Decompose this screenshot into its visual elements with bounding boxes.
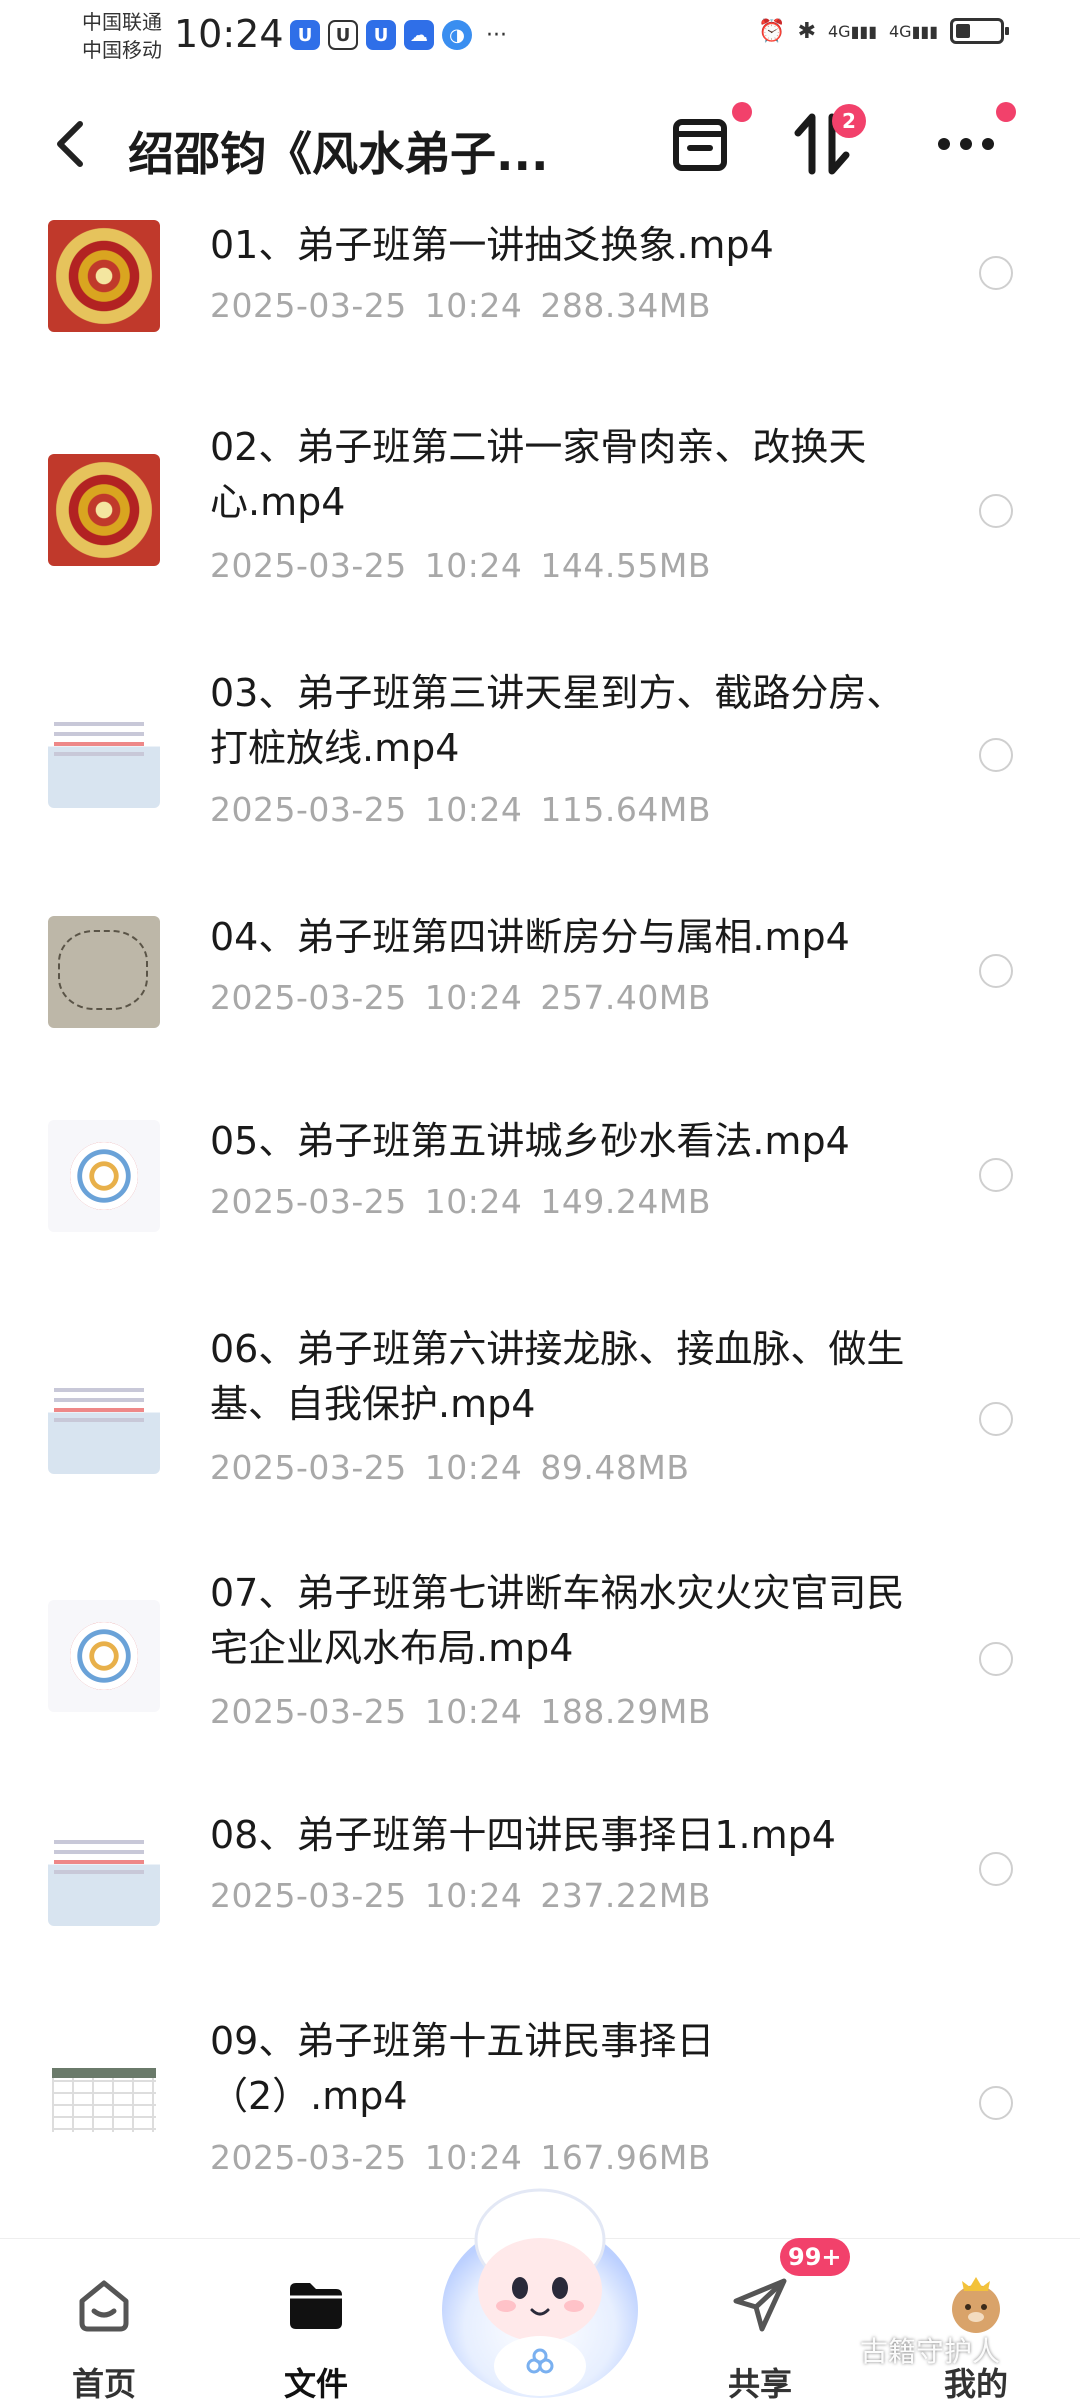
carrier-1: 中国联通 xyxy=(82,10,162,34)
file-name: 03、弟子班第三讲天星到方、截路分房、打桩放线.mp4 xyxy=(210,671,905,770)
nav-label: 首页 xyxy=(71,2365,136,2403)
select-radio[interactable] xyxy=(979,256,1013,290)
new-dot-badge xyxy=(996,102,1016,122)
video-thumbnail xyxy=(48,454,160,566)
video-thumbnail xyxy=(48,1362,160,1474)
status-bar: 中国联通 中国移动 10:24 U U U ☁ ◑ ··· ⏰ ✱ 4G▮▮▮ … xyxy=(0,0,1080,72)
avatar-icon xyxy=(952,2277,1000,2333)
file-meta: 2025-03-25 10:24 188.29MB xyxy=(210,1692,711,1731)
more-options-button[interactable] xyxy=(930,102,1016,180)
carrier-2: 中国移动 xyxy=(82,38,162,62)
clock: 10:24 xyxy=(174,12,284,56)
alarm-icon: ⏰ xyxy=(758,18,786,44)
app-notification-icon: U xyxy=(366,20,396,50)
select-radio[interactable] xyxy=(979,1402,1013,1436)
weather-icon: ☁ xyxy=(404,20,434,50)
select-radio[interactable] xyxy=(979,1158,1013,1192)
recycle-box-button[interactable] xyxy=(664,102,752,180)
select-radio[interactable] xyxy=(979,494,1013,528)
file-name: 09、弟子班第十五讲民事择日（2）.mp4 xyxy=(210,2019,715,2118)
file-meta: 2025-03-25 10:24 237.22MB xyxy=(210,1876,711,1915)
transfer-list-button[interactable]: 2 xyxy=(786,104,866,180)
archive-box-icon xyxy=(673,119,727,171)
file-name: 02、弟子班第二讲一家骨肉亲、改换天心.mp4 xyxy=(210,425,867,524)
nav-label: 共享 xyxy=(727,2365,792,2403)
mascot-icon xyxy=(442,2188,638,2398)
video-thumbnail xyxy=(48,220,160,332)
video-thumbnail xyxy=(48,1814,160,1926)
nav-label: 文件 xyxy=(283,2365,348,2403)
file-meta: 2025-03-25 10:24 257.40MB xyxy=(210,978,711,1017)
select-radio[interactable] xyxy=(979,738,1013,772)
notification-icons: U U U ☁ ◑ ··· xyxy=(290,20,507,50)
battery-icon xyxy=(950,18,1009,44)
file-name: 04、弟子班第四讲断房分与属相.mp4 xyxy=(210,915,850,959)
more-horizontal-icon xyxy=(938,138,994,150)
new-dot-badge xyxy=(732,102,752,122)
share-count-badge: 99+ xyxy=(780,2238,850,2276)
signal-icon: 4G▮▮▮ xyxy=(828,21,877,41)
carrier-labels: 中国联通 中国移动 xyxy=(82,8,162,64)
file-meta: 2025-03-25 10:24 149.24MB xyxy=(210,1182,711,1221)
page-title: 绍邵钧《风水弟子... xyxy=(128,127,549,181)
select-radio[interactable] xyxy=(979,1852,1013,1886)
nav-files[interactable]: 文件 xyxy=(236,2259,396,2403)
file-meta: 2025-03-25 10:24 144.55MB xyxy=(210,546,711,585)
file-meta: 2025-03-25 10:24 115.64MB xyxy=(210,790,711,829)
file-name: 01、弟子班第一讲抽爻换象.mp4 xyxy=(210,223,774,267)
app-notification-icon: U xyxy=(290,20,320,50)
back-button[interactable] xyxy=(52,116,92,172)
more-notifications-icon: ··· xyxy=(486,22,507,48)
app-notification-icon: U xyxy=(328,20,358,50)
file-meta: 2025-03-25 10:24 288.34MB xyxy=(210,286,711,325)
file-name: 08、弟子班第十四讲民事择日1.mp4 xyxy=(210,1813,836,1857)
folder-icon xyxy=(290,2283,342,2329)
video-thumbnail xyxy=(48,916,160,1028)
nav-home[interactable]: 首页 xyxy=(24,2259,184,2403)
nav-share[interactable]: 共享 xyxy=(680,2259,840,2403)
select-radio[interactable] xyxy=(979,1642,1013,1676)
send-icon xyxy=(733,2278,787,2332)
video-thumbnail xyxy=(48,2044,160,2156)
transfer-count-badge: 2 xyxy=(832,104,866,138)
video-thumbnail xyxy=(48,1600,160,1712)
file-name: 06、弟子班第六讲接龙脉、接血脉、做生基、自我保护.mp4 xyxy=(210,1327,905,1426)
signal-icon: 4G▮▮▮ xyxy=(889,21,938,41)
video-thumbnail xyxy=(48,1120,160,1232)
browser-icon: ◑ xyxy=(442,20,472,50)
select-radio[interactable] xyxy=(979,954,1013,988)
bluetooth-icon: ✱ xyxy=(797,18,816,44)
select-radio[interactable] xyxy=(979,2086,1013,2120)
top-app-bar: 绍邵钧《风水弟子... 2 xyxy=(0,90,1080,200)
file-name: 05、弟子班第五讲城乡砂水看法.mp4 xyxy=(210,1119,850,1163)
assistant-mascot-button[interactable] xyxy=(434,2170,646,2400)
video-thumbnail xyxy=(48,696,160,808)
chevron-left-icon xyxy=(57,121,83,167)
file-meta: 2025-03-25 10:24 89.48MB xyxy=(210,1448,690,1487)
file-name: 07、弟子班第七讲断车祸水灾火灾官司民宅企业风水布局.mp4 xyxy=(210,1571,905,1670)
home-icon xyxy=(79,2280,129,2332)
watermark-text: 古籍守护人 xyxy=(860,2335,1001,2368)
system-icons: ⏰ ✱ 4G▮▮▮ 4G▮▮▮ xyxy=(758,18,1009,44)
